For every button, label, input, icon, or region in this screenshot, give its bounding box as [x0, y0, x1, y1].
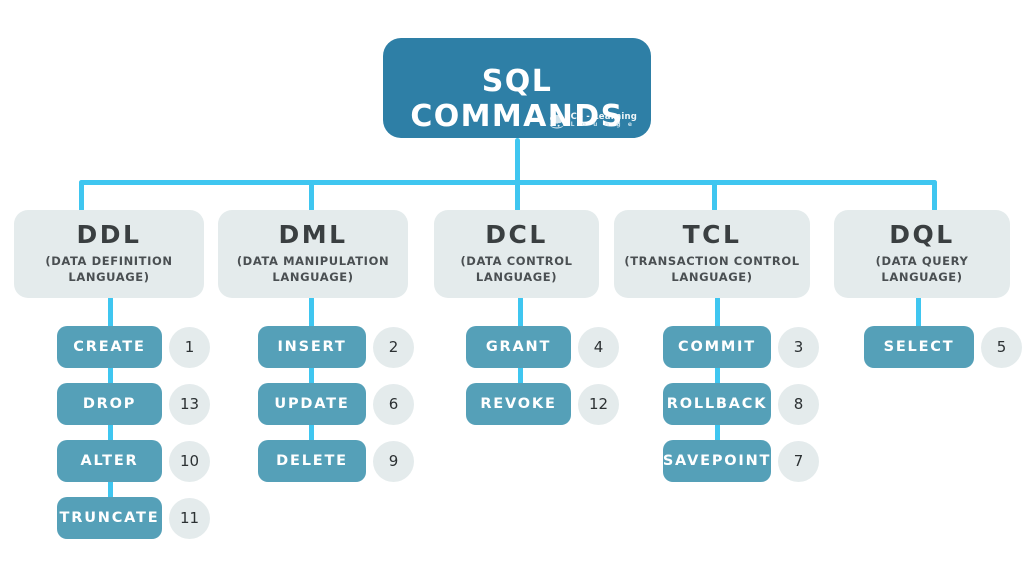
command-pill-drop[interactable]: DROP [57, 383, 162, 425]
command-badge-insert: 2 [373, 326, 414, 368]
command-pill-revoke[interactable]: REVOKE [466, 383, 571, 425]
command-pill-insert[interactable]: INSERT [258, 326, 366, 368]
command-row-truncate[interactable]: TRUNCATE 11 [57, 497, 210, 539]
command-pill-savepoint[interactable]: SAVEPOINT [663, 440, 771, 482]
sql-commands-diagram: SQL COMMANDS Co - Learning L o u n g e D… [0, 0, 1024, 576]
connector-drop-tcl [712, 180, 717, 212]
connector-drop-dcl [514, 180, 520, 212]
category-full-dql: (DATA QUERY LANGUAGE) [875, 254, 969, 284]
category-card-dql[interactable]: DQL (DATA QUERY LANGUAGE) [834, 210, 1010, 298]
command-pill-rollback[interactable]: ROLLBACK [663, 383, 771, 425]
command-badge-grant: 4 [578, 326, 619, 368]
category-abbr-dql: DQL [889, 220, 955, 250]
connector-drop-dql [932, 180, 937, 212]
command-row-select[interactable]: SELECT 5 [864, 326, 1022, 368]
command-row-revoke[interactable]: REVOKE 12 [466, 383, 619, 425]
connector-root-stem [514, 138, 520, 184]
connector-drop-ddl [79, 180, 84, 212]
command-badge-delete: 9 [373, 440, 414, 482]
command-row-drop[interactable]: DROP 13 [57, 383, 210, 425]
command-badge-drop: 13 [169, 383, 210, 425]
command-badge-update: 6 [373, 383, 414, 425]
brand-subtitle: L o u n g e [570, 121, 635, 129]
connector-horizontal-bus [79, 180, 937, 185]
category-card-dcl[interactable]: DCL (DATA CONTROL LANGUAGE) [434, 210, 599, 298]
command-row-commit[interactable]: COMMIT 3 [663, 326, 819, 368]
command-badge-select: 5 [981, 326, 1022, 368]
command-pill-create[interactable]: CREATE [57, 326, 162, 368]
category-card-dml[interactable]: DML (DATA MANIPULATION LANGUAGE) [218, 210, 408, 298]
command-row-rollback[interactable]: ROLLBACK 8 [663, 383, 819, 425]
category-full-dcl: (DATA CONTROL LANGUAGE) [460, 254, 573, 284]
command-pill-alter[interactable]: ALTER [57, 440, 162, 482]
command-row-alter[interactable]: ALTER 10 [57, 440, 210, 482]
command-row-insert[interactable]: INSERT 2 [258, 326, 414, 368]
category-full-dml: (DATA MANIPULATION LANGUAGE) [236, 254, 390, 284]
command-pill-grant[interactable]: GRANT [466, 326, 571, 368]
category-card-ddl[interactable]: DDL (DATA DEFINITION LANGUAGE) [14, 210, 204, 298]
category-abbr-dml: DML [278, 220, 348, 250]
command-badge-commit: 3 [778, 326, 819, 368]
brand-logo: Co - Learning L o u n g e [547, 113, 637, 129]
category-abbr-dcl: DCL [485, 220, 548, 250]
brand-text-block: Co - Learning L o u n g e [571, 113, 637, 128]
command-badge-rollback: 8 [778, 383, 819, 425]
command-row-savepoint[interactable]: SAVEPOINT 7 [663, 440, 819, 482]
header-card: SQL COMMANDS Co - Learning L o u n g e [383, 38, 651, 138]
command-badge-alter: 10 [169, 440, 210, 482]
category-full-ddl: (DATA DEFINITION LANGUAGE) [45, 254, 173, 284]
brain-logo-icon [549, 114, 565, 129]
command-row-update[interactable]: UPDATE 6 [258, 383, 414, 425]
command-pill-update[interactable]: UPDATE [258, 383, 366, 425]
command-pill-select[interactable]: SELECT [864, 326, 974, 368]
category-abbr-tcl: TCL [682, 220, 742, 250]
command-badge-revoke: 12 [578, 383, 619, 425]
command-badge-truncate: 11 [169, 497, 210, 539]
command-pill-delete[interactable]: DELETE [258, 440, 366, 482]
command-row-delete[interactable]: DELETE 9 [258, 440, 414, 482]
command-badge-savepoint: 7 [778, 440, 819, 482]
connector-drop-dml [308, 180, 314, 212]
command-row-create[interactable]: CREATE 1 [57, 326, 210, 368]
category-abbr-ddl: DDL [76, 220, 142, 250]
command-row-grant[interactable]: GRANT 4 [466, 326, 619, 368]
command-badge-create: 1 [169, 326, 210, 368]
command-pill-commit[interactable]: COMMIT [663, 326, 771, 368]
category-full-tcl: (TRANSACTION CONTROL LANGUAGE) [624, 254, 800, 284]
category-card-tcl[interactable]: TCL (TRANSACTION CONTROL LANGUAGE) [614, 210, 810, 298]
command-pill-truncate[interactable]: TRUNCATE [57, 497, 162, 539]
